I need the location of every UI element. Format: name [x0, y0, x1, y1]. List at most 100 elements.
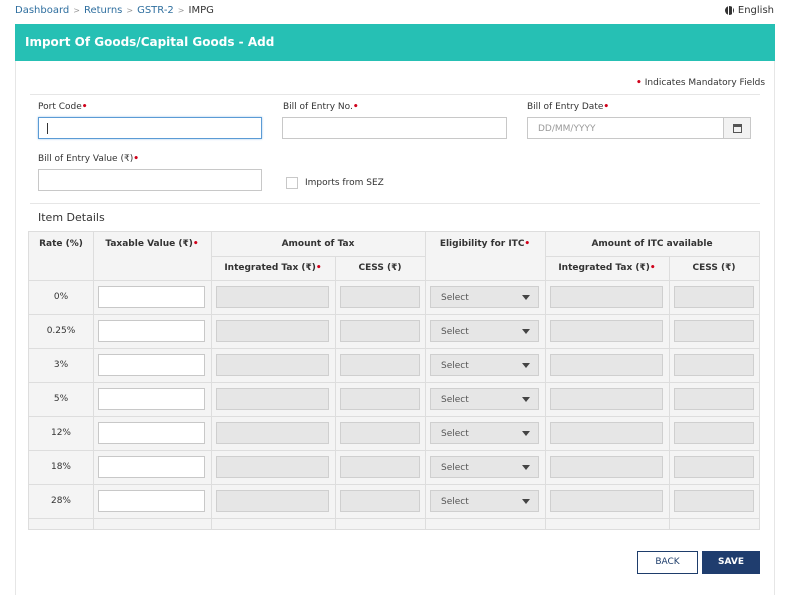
imports-from-sez-label: Imports from SEZ [305, 178, 384, 188]
rate-cell: 0.25% [46, 326, 76, 336]
row-divider [29, 314, 759, 315]
cess-field [340, 354, 420, 376]
itc-integrated-tax-field [550, 490, 663, 512]
eligibility-select[interactable]: Select [430, 456, 539, 478]
bill-of-entry-no-label: Bill of Entry No.• [283, 102, 359, 112]
dropdown-arrow-icon [522, 363, 530, 368]
cess-field [340, 320, 420, 342]
integrated-tax-field [216, 490, 329, 512]
eligibility-select[interactable]: Select [430, 422, 539, 444]
itc-cess-field [674, 490, 754, 512]
dropdown-arrow-icon [522, 499, 530, 504]
top-bar: Dashboard > Returns > GSTR-2 > IMPG Engl… [0, 0, 792, 22]
itc-integrated-tax-field [550, 320, 663, 342]
itc-cess-field [674, 388, 754, 410]
breadcrumb-separator: > [177, 6, 185, 15]
rate-cell: 0% [53, 292, 69, 302]
eligibility-select[interactable]: Select [430, 354, 539, 376]
language-label: English [737, 5, 774, 16]
integrated-tax-field [216, 456, 329, 478]
taxable-value-input[interactable] [98, 422, 205, 444]
row-divider [545, 256, 759, 257]
itc-integrated-tax-field [550, 388, 663, 410]
header-integrated-tax: Integrated Tax (₹)• [224, 263, 322, 273]
itc-integrated-tax-field [550, 422, 663, 444]
imports-from-sez-checkbox[interactable] [286, 177, 298, 189]
itc-integrated-tax-field [550, 286, 663, 308]
taxable-value-input[interactable] [98, 388, 205, 410]
item-details-table: Rate (%) Taxable Value (₹)• Amount of Ta… [28, 231, 760, 530]
integrated-tax-field [216, 320, 329, 342]
port-code-input[interactable] [38, 117, 262, 139]
breadcrumb-current: IMPG [188, 5, 214, 16]
bill-of-entry-value-label: Bill of Entry Value (₹)• [38, 154, 139, 164]
rate-cell: 28% [50, 496, 71, 506]
integrated-tax-field [216, 388, 329, 410]
header-taxable-value: Taxable Value (₹)• [105, 239, 199, 249]
rate-cell: 18% [50, 462, 71, 472]
save-button[interactable]: SAVE [702, 551, 760, 574]
eligibility-select[interactable]: Select [430, 490, 539, 512]
dropdown-arrow-icon [522, 465, 530, 470]
language-selector[interactable]: English [724, 5, 774, 16]
header-eligibility-itc: Eligibility for ITC• [439, 239, 531, 249]
back-button[interactable]: BACK [637, 551, 698, 574]
breadcrumb-dashboard[interactable]: Dashboard [15, 5, 69, 16]
integrated-tax-field [216, 286, 329, 308]
taxable-value-input[interactable] [98, 286, 205, 308]
itc-cess-field [674, 320, 754, 342]
itc-cess-field [674, 456, 754, 478]
bill-of-entry-date-input[interactable]: DD/MM/YYYY [527, 117, 725, 139]
bill-of-entry-no-input[interactable] [282, 117, 507, 139]
itc-integrated-tax-field [550, 354, 663, 376]
cess-field [340, 490, 420, 512]
dropdown-arrow-icon [522, 431, 530, 436]
column-divider [335, 256, 336, 529]
item-details-heading: Item Details [38, 211, 105, 224]
calendar-icon [733, 124, 742, 133]
row-divider [29, 382, 759, 383]
dropdown-arrow-icon [522, 329, 530, 334]
taxable-value-input[interactable] [98, 490, 205, 512]
row-divider [29, 484, 759, 485]
mandatory-note-text: Indicates Mandatory Fields [644, 78, 766, 88]
eligibility-select[interactable]: Select [430, 388, 539, 410]
header-itc-integrated-tax: Integrated Tax (₹)• [558, 263, 656, 273]
integrated-tax-field [216, 354, 329, 376]
rate-cell: 3% [53, 360, 69, 370]
eligibility-select[interactable]: Select [430, 286, 539, 308]
required-marker: • [636, 78, 642, 88]
row-divider [29, 450, 759, 451]
port-code-label: Port Code• [38, 102, 88, 112]
cess-field [340, 388, 420, 410]
taxable-value-input[interactable] [98, 320, 205, 342]
breadcrumb-gstr2[interactable]: GSTR-2 [137, 5, 174, 16]
calendar-button[interactable] [723, 117, 751, 139]
globe-icon [724, 6, 734, 15]
row-divider [29, 348, 759, 349]
row-divider [29, 416, 759, 417]
date-placeholder: DD/MM/YYYY [538, 124, 596, 134]
header-rate: Rate (%) [39, 239, 83, 249]
row-divider [29, 280, 759, 281]
header-amount-of-tax: Amount of Tax [281, 239, 355, 249]
eligibility-select[interactable]: Select [430, 320, 539, 342]
cess-field [340, 456, 420, 478]
dropdown-arrow-icon [522, 397, 530, 402]
rate-cell: 5% [53, 394, 69, 404]
itc-cess-field [674, 422, 754, 444]
breadcrumb-separator: > [73, 6, 80, 15]
page-title: Import Of Goods/Capital Goods - Add [25, 35, 275, 49]
mandatory-note: • Indicates Mandatory Fields [636, 78, 765, 88]
taxable-value-input[interactable] [98, 354, 205, 376]
breadcrumb-separator: > [126, 6, 134, 15]
dropdown-arrow-icon [522, 295, 530, 300]
bill-of-entry-value-input[interactable] [38, 169, 262, 191]
header-cess: CESS (₹) [358, 263, 402, 273]
itc-integrated-tax-field [550, 456, 663, 478]
taxable-value-input[interactable] [98, 456, 205, 478]
page-header: Import Of Goods/Capital Goods - Add [15, 24, 775, 61]
breadcrumb-returns[interactable]: Returns [84, 5, 122, 16]
row-divider [211, 256, 425, 257]
bill-of-entry-date-label: Bill of Entry Date• [527, 102, 610, 112]
